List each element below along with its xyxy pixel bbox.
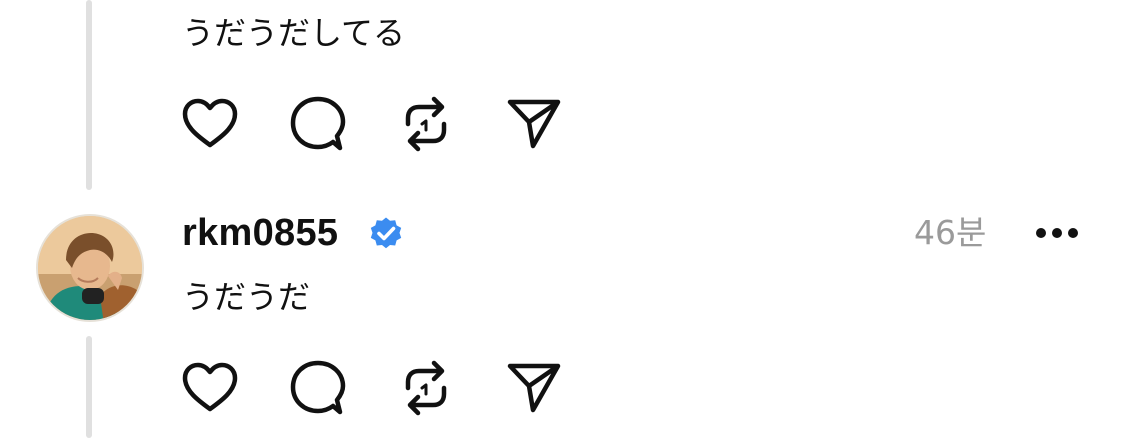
post-timestamp: 46분 [914,213,987,252]
comment-button[interactable] [288,358,348,418]
avatar-image [38,216,142,320]
username[interactable]: rkm0855 [182,210,338,256]
like-button[interactable] [180,94,240,154]
comment-icon [290,360,346,415]
post-actions [178,94,578,154]
comment-icon [290,96,346,151]
post-text: うだうだしてる [182,14,406,52]
thread-line-bottom [86,336,92,438]
like-button[interactable] [180,358,240,418]
repost-button[interactable] [396,358,456,418]
heart-icon [182,362,238,412]
heart-icon [182,98,238,148]
more-icon [1036,228,1078,238]
thread-line-top [86,0,92,190]
repost-button[interactable] [396,94,456,154]
comment-button[interactable] [288,94,348,154]
repost-icon [405,96,447,152]
verified-badge-icon [370,217,402,249]
share-icon [507,99,561,149]
post-text: うだうだ [182,278,311,316]
repost-icon [405,360,447,416]
avatar[interactable] [36,214,144,322]
share-button[interactable] [504,94,564,154]
share-icon [507,363,561,413]
post-actions [178,358,578,418]
share-button[interactable] [504,358,564,418]
more-options-button[interactable] [1030,212,1084,254]
